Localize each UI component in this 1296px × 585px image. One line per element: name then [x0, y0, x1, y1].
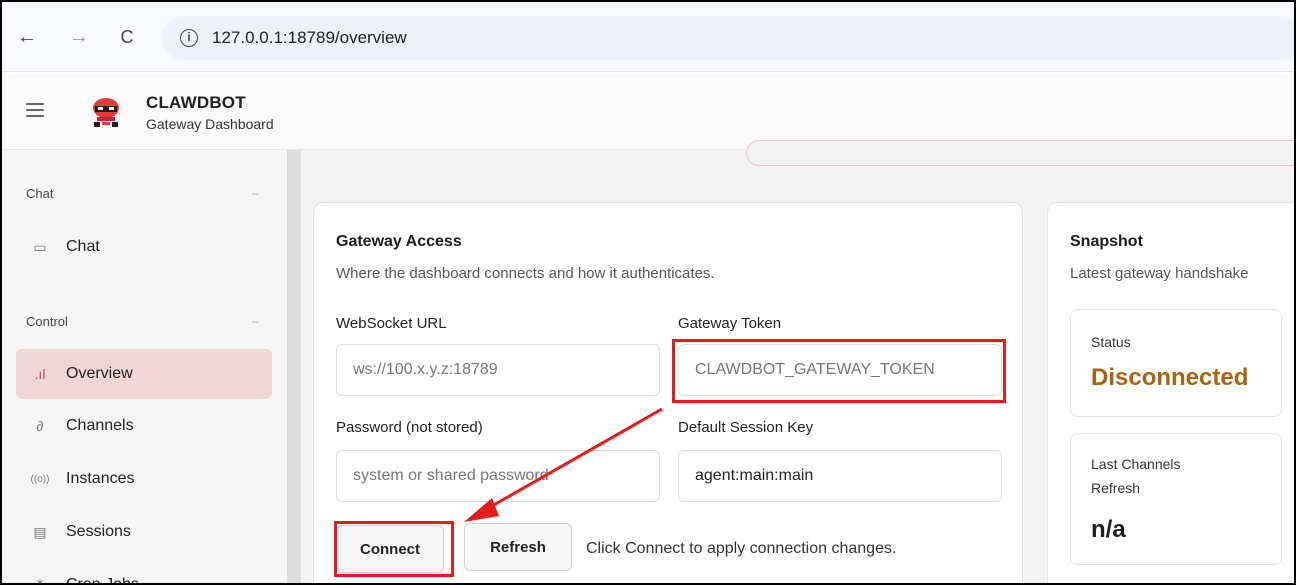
forward-arrow-icon[interactable]: →: [66, 24, 92, 50]
session-key-input[interactable]: agent:main:main: [678, 450, 1002, 502]
card-subtitle: Where the dashboard connects and how it …: [336, 265, 715, 282]
app-header: CLAWDBOT Gateway Dashboard: [2, 73, 1294, 150]
sidebar-item-instances[interactable]: ((o)) Instances: [16, 454, 272, 504]
sidebar-item-label: Sessions: [66, 523, 131, 540]
loader-icon: ⁂: [33, 576, 47, 585]
sidebar-item-label: Instances: [66, 470, 135, 487]
last-refresh-label-2: Refresh: [1091, 480, 1141, 496]
info-icon[interactable]: i: [180, 29, 198, 47]
last-refresh-card: Last Channels Refresh n/a: [1070, 433, 1282, 565]
card-subtitle: Latest gateway handshake: [1070, 265, 1249, 282]
app-title: CLAWDBOT: [146, 93, 246, 112]
card-title: Snapshot: [1070, 233, 1143, 250]
highlight-token-box: [672, 339, 1006, 403]
connect-hint: Click Connect to apply connection change…: [586, 540, 897, 557]
bar-chart-icon: .ıl: [34, 366, 46, 382]
status-label: Status: [1091, 334, 1131, 350]
sidebar-item-sessions[interactable]: ▤ Sessions: [16, 507, 272, 557]
url-text[interactable]: 127.0.0.1:18789/overview: [212, 28, 407, 48]
collapse-control-icon[interactable]: –: [252, 314, 259, 328]
sidebar-item-overview[interactable]: .ıl Overview: [16, 349, 272, 399]
browser-toolbar: ← → C i 127.0.0.1:18789/overview: [2, 2, 1294, 72]
top-banner: [746, 140, 1294, 166]
websocket-url-label: WebSocket URL: [336, 315, 447, 332]
broadcast-icon: ((o)): [30, 473, 50, 485]
sidebar-item-chat[interactable]: ▭ Chat: [16, 222, 272, 272]
back-arrow-icon[interactable]: ←: [14, 24, 40, 50]
password-label: Password (not stored): [336, 419, 483, 436]
session-key-label: Default Session Key: [678, 419, 814, 436]
status-card: Status Disconnected: [1070, 309, 1282, 417]
collapse-chat-icon[interactable]: –: [252, 186, 259, 200]
highlight-connect-box: [334, 521, 454, 577]
app-subtitle: Gateway Dashboard: [146, 116, 274, 132]
gateway-token-label: Gateway Token: [678, 315, 782, 332]
address-bar[interactable]: i 127.0.0.1:18789/overview: [162, 16, 1294, 60]
section-label-chat: Chat: [26, 186, 54, 201]
chat-icon: ▭: [33, 238, 47, 255]
sidebar-item-cron-jobs[interactable]: ⁂ Cron Jobs: [16, 560, 272, 585]
sidebar-item-label: Cron Jobs: [66, 576, 139, 585]
section-label-control: Control: [26, 314, 68, 329]
menu-icon[interactable]: [26, 103, 44, 117]
refresh-button[interactable]: Refresh: [464, 523, 572, 571]
sidebar-item-channels[interactable]: ∂ Channels: [16, 401, 272, 451]
sidebar-item-label: Channels: [66, 417, 134, 434]
card-title: Gateway Access: [336, 233, 462, 250]
status-value: Disconnected: [1091, 364, 1249, 391]
sidebar-item-label: Chat: [66, 238, 100, 255]
websocket-url-input[interactable]: ws://100.x.y.z:18789: [336, 344, 660, 396]
sidebar-item-label: Overview: [66, 365, 133, 382]
last-refresh-label: Last Channels: [1091, 456, 1181, 472]
document-icon: ▤: [33, 523, 47, 540]
sidebar: Chat – ▭ Chat Control – .ıl Overview ∂ C…: [2, 150, 289, 585]
sidebar-scrollbar[interactable]: [287, 150, 301, 583]
browser-window: ← → C i 127.0.0.1:18789/overview CLAWDBO…: [0, 0, 1296, 585]
snapshot-card: Snapshot Latest gateway handshake Status…: [1047, 202, 1294, 583]
last-refresh-value: n/a: [1091, 516, 1126, 543]
lobster-logo-icon: [93, 98, 119, 127]
password-input[interactable]: system or shared password: [336, 450, 660, 502]
link-icon: ∂: [36, 418, 44, 434]
reload-icon[interactable]: C: [114, 24, 140, 50]
